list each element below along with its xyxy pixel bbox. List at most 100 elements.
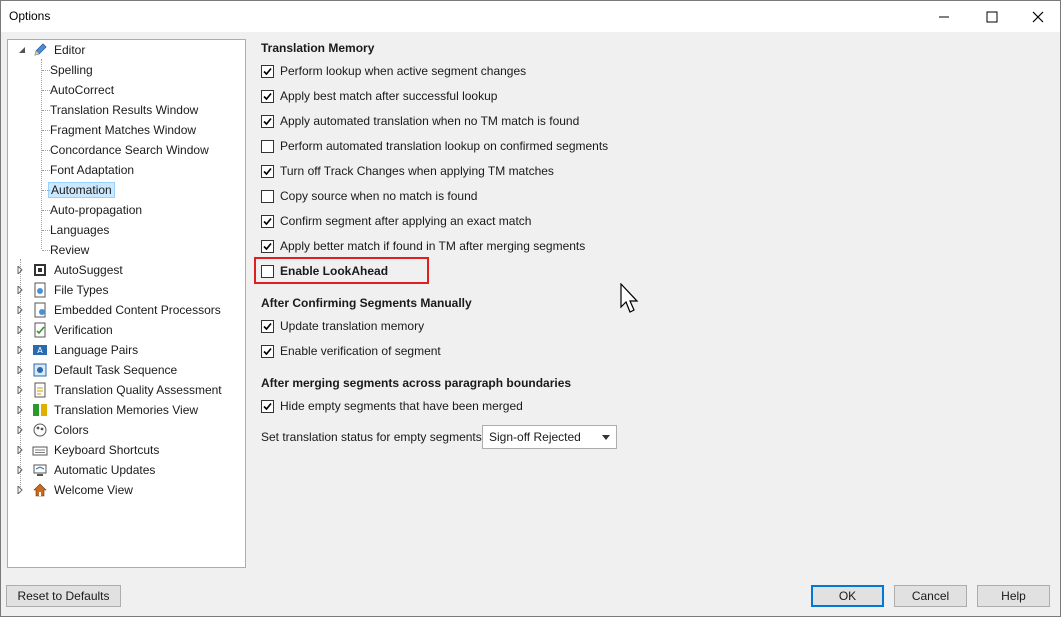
expand-arrow-icon[interactable] (16, 406, 24, 414)
checkbox-label: Perform automated translation lookup on … (280, 139, 609, 153)
autosuggest-icon (34, 264, 46, 276)
task-sequence-icon (33, 363, 47, 377)
tree-connector (42, 130, 50, 131)
tree-item-label: Automatic Updates (54, 463, 156, 477)
tree-item-label: Embedded Content Processors (54, 303, 221, 317)
checkbox[interactable] (261, 319, 274, 333)
checkbox[interactable] (261, 239, 274, 253)
tree-item-keyboard-shortcuts[interactable]: Keyboard Shortcuts (16, 440, 161, 460)
tree-item-colors[interactable]: Colors (16, 420, 91, 440)
expand-arrow-icon[interactable] (16, 426, 24, 434)
tree-item-label: Concordance Search Window (50, 143, 209, 157)
close-icon (1032, 11, 1044, 22)
tree-item-file-types[interactable]: File Types (16, 280, 110, 300)
expand-arrow-icon[interactable] (16, 286, 24, 294)
tree-item-font-adaptation[interactable]: Font Adaptation (42, 160, 136, 180)
expand-arrow-icon[interactable] (16, 326, 24, 334)
options-tree[interactable]: Editor Spelling AutoCorrect Translation Re… (7, 39, 246, 568)
tree-item-label: Fragment Matches Window (50, 123, 197, 137)
ok-button[interactable]: OK (811, 585, 884, 607)
checkbox[interactable] (261, 139, 274, 153)
tm-option-apply-best-match-after-successful-lookup[interactable]: Apply best match after successful lookup (261, 88, 497, 104)
expand-arrow-icon[interactable] (16, 386, 24, 394)
checkbox-label: Copy source when no match is found (280, 189, 478, 203)
tm-option-perform-lookup-when-active-segment-chang[interactable]: Perform lookup when active segment chang… (261, 63, 526, 79)
tree-item-translation-results-window[interactable]: Translation Results Window (42, 100, 200, 120)
expand-arrow-icon[interactable] (16, 466, 24, 474)
tree-item-label: Languages (50, 223, 110, 237)
tree-item-review[interactable]: Review (42, 240, 91, 260)
tree-item-embedded-content-processors[interactable]: Embedded Content Processors (16, 300, 223, 320)
cancel-button[interactable]: Cancel (894, 585, 967, 607)
tree-item-fragment-matches-window[interactable]: Fragment Matches Window (42, 120, 198, 140)
help-button[interactable]: Help (977, 585, 1050, 607)
embedded-content-icon (34, 302, 46, 318)
checkbox[interactable] (261, 64, 274, 78)
checkmark-icon (263, 322, 272, 330)
ac-option-update-translation-memory[interactable]: Update translation memory (261, 318, 424, 334)
checkbox[interactable] (261, 344, 274, 358)
tree-connector (42, 210, 50, 211)
tree-item-auto-propagation[interactable]: Auto-propagation (42, 200, 144, 220)
reset-defaults-button[interactable]: Reset to Defaults (6, 585, 121, 607)
expand-arrow-icon[interactable] (16, 306, 24, 314)
tree-item-label: AutoCorrect (50, 83, 115, 97)
tree-item-editor[interactable]: Editor (16, 40, 87, 60)
svg-text:A: A (37, 346, 43, 355)
checkbox[interactable] (261, 214, 274, 228)
expand-arrow-icon[interactable] (16, 346, 24, 354)
tree-item-verification[interactable]: Verification (16, 320, 115, 340)
checkbox-label: Perform lookup when active segment chang… (280, 64, 527, 78)
tqa-icon (34, 382, 46, 398)
maximize-button[interactable] (969, 1, 1015, 32)
am-option-hide-empty-segments-that-have-been-merge[interactable]: Hide empty segments that have been merge… (261, 398, 523, 414)
maximize-icon (986, 11, 998, 22)
checkmark-icon (263, 92, 272, 100)
tree-item-concordance-search-window[interactable]: Concordance Search Window (42, 140, 211, 160)
minimize-button[interactable] (921, 1, 967, 32)
expand-arrow-icon[interactable] (16, 266, 24, 274)
title-bar: Options (0, 0, 1061, 32)
tm-option-turn-off-track-changes-when-applying-tm-[interactable]: Turn off Track Changes when applying TM … (261, 163, 554, 179)
tree-item-welcome-view[interactable]: Welcome View (16, 480, 135, 500)
checkbox-label: Update translation memory (280, 319, 425, 333)
tm-option-perform-automated-translation-lookup-on-[interactable]: Perform automated translation lookup on … (261, 138, 608, 154)
close-button[interactable] (1015, 1, 1061, 32)
tree-item-automatic-updates[interactable]: Automatic Updates (16, 460, 157, 480)
tree-item-languages[interactable]: Languages (42, 220, 111, 240)
checkbox-label: Apply automated translation when no TM m… (280, 114, 580, 128)
pencil-icon (34, 43, 47, 56)
chevron-down-icon (602, 435, 610, 440)
tm-option-apply-automated-translation-when-no-tm-m[interactable]: Apply automated translation when no TM m… (261, 113, 579, 129)
collapse-arrow-icon[interactable] (18, 46, 26, 54)
tree-item-default-task-sequence[interactable]: Default Task Sequence (16, 360, 179, 380)
status-select[interactable]: Sign-off Rejected (482, 425, 617, 449)
ac-option-enable-verification-of-segment[interactable]: Enable verification of segment (261, 343, 441, 359)
tree-item-translation-memories-view[interactable]: Translation Memories View (16, 400, 200, 420)
tm-option-apply-better-match-if-found-in-tm-after-[interactable]: Apply better match if found in TM after … (261, 238, 585, 254)
tree-item-spelling[interactable]: Spelling (42, 60, 95, 80)
expand-arrow-icon[interactable] (16, 366, 24, 374)
mouse-cursor-icon (620, 283, 639, 313)
checkbox[interactable] (261, 399, 274, 413)
checkbox-label: Apply best match after successful lookup (280, 89, 498, 103)
tree-item-automation[interactable]: Automation (42, 180, 115, 200)
tm-option-confirm-segment-after-applying-an-exact-[interactable]: Confirm segment after applying an exact … (261, 213, 531, 229)
checkbox[interactable] (261, 164, 274, 178)
checkbox[interactable] (261, 189, 274, 203)
window-title: Options (9, 9, 51, 23)
tree-item-label: AutoSuggest (54, 263, 123, 277)
tree-item-autosuggest[interactable]: AutoSuggest (16, 260, 125, 280)
tree-item-translation-quality-assessment[interactable]: Translation Quality Assessment (16, 380, 224, 400)
expand-arrow-icon[interactable] (16, 486, 24, 494)
tree-item-language-pairs[interactable]: A Language Pairs (16, 340, 140, 360)
tree-connector (42, 70, 50, 71)
checkbox[interactable] (261, 114, 274, 128)
section-title-translation-memory: Translation Memory (261, 41, 375, 55)
expand-arrow-icon[interactable] (16, 446, 24, 454)
checkbox[interactable] (261, 89, 274, 103)
tree-item-autocorrect[interactable]: AutoCorrect (42, 80, 116, 100)
tm-option-copy-source-when-no-match-is-found[interactable]: Copy source when no match is found (261, 188, 477, 204)
checkmark-icon (263, 347, 272, 355)
tree-item-label: Translation Quality Assessment (54, 383, 222, 397)
